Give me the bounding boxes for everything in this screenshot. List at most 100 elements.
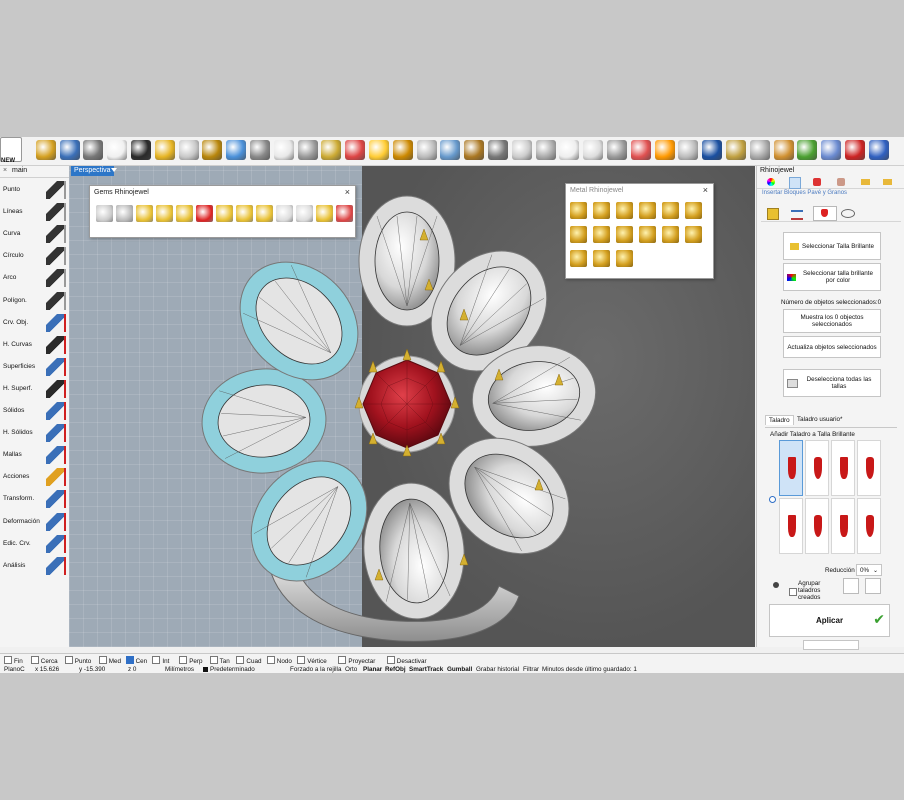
- main-tab[interactable]: × main: [0, 166, 69, 178]
- viewport-label[interactable]: Perspectiva: [71, 166, 114, 176]
- drill-option[interactable]: [805, 498, 829, 554]
- capsule-icon[interactable]: [392, 140, 413, 160]
- snap-checkbox[interactable]: [98, 656, 107, 664]
- show-selected-button[interactable]: Muestra los 0 objectos seleccionados: [783, 309, 881, 333]
- command-polygon[interactable]: Polígon.: [0, 290, 69, 312]
- gem-tab-icon[interactable]: [789, 177, 801, 189]
- sub-tab-drill-icon[interactable]: [813, 206, 837, 221]
- curve-object-icon[interactable]: [46, 313, 66, 332]
- open-icon[interactable]: [35, 140, 56, 160]
- bezel-icon[interactable]: [440, 140, 461, 160]
- sphere-icon[interactable]: [178, 140, 199, 160]
- chain-icon[interactable]: [593, 226, 610, 243]
- transform-icon[interactable]: [46, 490, 66, 509]
- refobj-toggle[interactable]: RefObj: [385, 666, 406, 673]
- command-surface-tools[interactable]: H. Superf.: [0, 378, 69, 400]
- grid-setting-icon[interactable]: [570, 226, 587, 243]
- emerald-gem-icon[interactable]: [316, 205, 333, 222]
- snap-toggle[interactable]: Cerca: [30, 656, 58, 665]
- light-bulb-icon[interactable]: [559, 140, 580, 160]
- command-solid[interactable]: Sólidos: [0, 400, 69, 422]
- folder-tab-icon[interactable]: [861, 179, 870, 185]
- pointer-icon[interactable]: [107, 140, 128, 160]
- snap-checkbox[interactable]: [236, 656, 245, 664]
- folder-open-tab-icon[interactable]: [883, 179, 892, 185]
- cube-icon[interactable]: [821, 140, 842, 160]
- gold-ring-icon[interactable]: [154, 140, 175, 160]
- new-button[interactable]: NEW: [0, 137, 22, 164]
- lock-icon[interactable]: [583, 140, 604, 160]
- pave-gem-icon[interactable]: [276, 205, 293, 222]
- history-toggle[interactable]: Grabar historial: [476, 666, 519, 673]
- arc-icon[interactable]: [46, 269, 66, 288]
- color-tab-icon[interactable]: [767, 178, 775, 186]
- basket-icon[interactable]: [662, 226, 679, 243]
- gold-band-icon[interactable]: [416, 140, 437, 160]
- grid-icon[interactable]: [369, 140, 389, 160]
- pin-gem-icon[interactable]: [336, 205, 353, 222]
- seven-icon[interactable]: [845, 140, 865, 160]
- select-brilliant-button[interactable]: Seleccionar Talla Brillante: [783, 232, 881, 260]
- command-curve-object[interactable]: Crv. Obj.: [0, 312, 69, 334]
- circle-icon[interactable]: [46, 247, 66, 266]
- snap-checkbox[interactable]: [64, 656, 73, 664]
- snap-toggle[interactable]: Desactivar: [386, 656, 427, 665]
- snap-toggle[interactable]: Med: [98, 656, 121, 665]
- command-curve-tools[interactable]: H. Curvas: [0, 334, 69, 356]
- apply-button[interactable]: Aplicar ✔: [769, 604, 890, 637]
- layer[interactable]: Predeterminado: [210, 666, 255, 673]
- command-surface[interactable]: Superficies: [0, 356, 69, 378]
- plane-icon[interactable]: [488, 140, 508, 160]
- drill-option[interactable]: [857, 498, 881, 554]
- snap-toggle[interactable]: Punto: [64, 656, 91, 665]
- snap-checkbox[interactable]: [125, 656, 134, 664]
- hoop-icon[interactable]: [570, 250, 587, 267]
- pattern-icon[interactable]: [616, 226, 633, 243]
- marquise-gem-icon[interactable]: [176, 205, 193, 222]
- snap-toggle[interactable]: Cuad: [236, 656, 261, 665]
- round-gem-icon[interactable]: [96, 205, 113, 222]
- eternity-ring-icon[interactable]: [616, 202, 633, 219]
- document-icon[interactable]: [273, 140, 294, 160]
- drill-option[interactable]: [779, 498, 803, 554]
- blue-sphere-icon[interactable]: [702, 140, 723, 160]
- gumball-toggle[interactable]: Gumball: [447, 666, 472, 673]
- tab-drill[interactable]: Taladro: [765, 415, 794, 425]
- gems-palette-close-icon[interactable]: ×: [345, 187, 350, 197]
- command-deform[interactable]: Deformación: [0, 511, 69, 533]
- drill-option[interactable]: [857, 440, 881, 496]
- snap-checkbox[interactable]: [4, 656, 12, 664]
- save-small-icon[interactable]: [83, 140, 104, 160]
- reduction-select[interactable]: 0% ⌄: [856, 564, 882, 576]
- cube-ring-icon[interactable]: [639, 202, 656, 219]
- half-moon-icon[interactable]: [616, 250, 633, 267]
- points-icon[interactable]: [726, 140, 746, 160]
- copy-icon[interactable]: [297, 140, 318, 160]
- help-icon[interactable]: [868, 140, 889, 160]
- gear-icon[interactable]: [773, 140, 794, 160]
- sphere-wire-icon[interactable]: [678, 140, 699, 160]
- halo-ring-icon[interactable]: [593, 202, 610, 219]
- snap-checkbox[interactable]: [179, 656, 188, 664]
- link-icon[interactable]: [593, 250, 610, 267]
- smarttrack-toggle[interactable]: SmartTrack: [409, 666, 443, 673]
- ring-icon[interactable]: [131, 140, 151, 160]
- zoom-window-icon[interactable]: [321, 140, 342, 160]
- render-icon[interactable]: [797, 140, 818, 160]
- bezel-setting-icon[interactable]: [685, 202, 702, 219]
- metal-palette-close-icon[interactable]: ×: [703, 185, 708, 195]
- command-curve[interactable]: Curva: [0, 223, 69, 245]
- drill-icon-a[interactable]: [843, 578, 859, 594]
- group-checkbox[interactable]: [789, 588, 797, 596]
- tab-user-drill[interactable]: Taladro usuario*: [797, 416, 843, 423]
- curve-icon[interactable]: [511, 140, 532, 160]
- heart-gem-icon[interactable]: [136, 205, 153, 222]
- drill-option[interactable]: [831, 440, 855, 496]
- snap-checkbox[interactable]: [152, 656, 161, 664]
- planar-toggle[interactable]: Planar: [363, 666, 382, 673]
- snap-toggle[interactable]: Tan: [209, 656, 230, 665]
- cushion-gem-icon[interactable]: [116, 205, 133, 222]
- command-lines[interactable]: Líneas: [0, 201, 69, 223]
- command-mesh[interactable]: Mallas: [0, 444, 69, 466]
- snap-toggle[interactable]: Nodo: [266, 656, 292, 665]
